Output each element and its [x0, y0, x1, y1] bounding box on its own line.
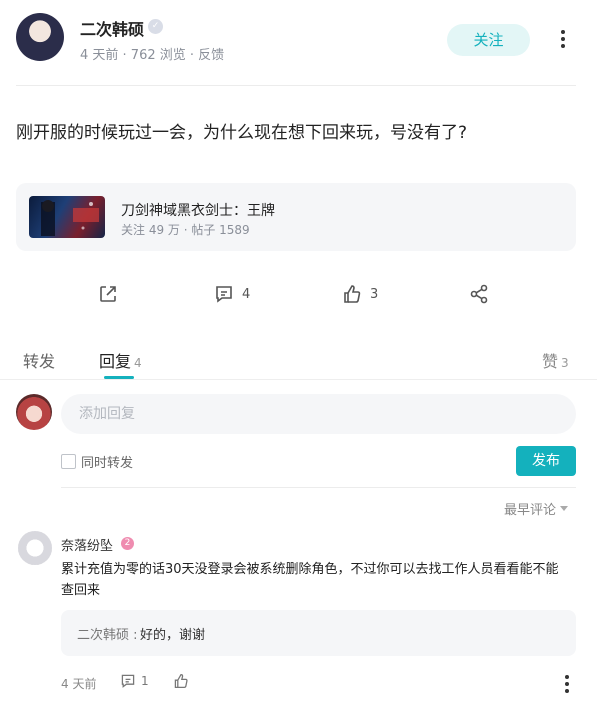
tab-like-label: 赞 — [542, 352, 559, 371]
comment-reply-count: 1 — [141, 674, 149, 688]
follow-button[interactable]: 关注 — [447, 24, 530, 56]
tab-reply-count: 4 — [134, 356, 142, 370]
external-share-icon — [98, 284, 118, 304]
commenter-avatar[interactable] — [18, 531, 52, 565]
divider — [0, 379, 597, 380]
repost-checkbox[interactable] — [61, 454, 76, 469]
comment-icon — [120, 673, 136, 689]
tab-reply-label: 回复 — [99, 352, 132, 371]
game-title[interactable]: 刀剑神域黑衣剑士：王牌 — [121, 200, 275, 220]
reply-input[interactable] — [61, 394, 576, 434]
share-button[interactable] — [98, 283, 118, 305]
chevron-down-icon — [560, 506, 569, 511]
comment-icon — [214, 284, 234, 304]
publish-button[interactable]: 发布 — [516, 446, 576, 476]
divider — [61, 487, 576, 488]
reply-text: 好的，谢谢 — [140, 628, 206, 643]
game-thumbnail[interactable] — [29, 196, 105, 238]
repost-checkbox-label[interactable]: 同时转发 — [81, 452, 133, 471]
nested-reply[interactable] — [61, 610, 576, 656]
thumbs-up-icon — [173, 673, 189, 689]
reply-author[interactable]: 二次韩硕 : — [77, 624, 138, 643]
like-count: 3 — [370, 286, 379, 302]
author-name[interactable]: 二次韩硕 — [80, 16, 144, 40]
verified-badge-icon: ✓ — [148, 19, 163, 34]
like-button[interactable]: 3 — [342, 283, 378, 305]
post-text: 刚开服的时候玩过一会，为什么现在想下回来玩，号没有了? — [16, 123, 468, 143]
comment-text: 累计充值为零的话30天没登录会被系统删除角色，不过你可以去找工作人员看看能不能查… — [61, 562, 559, 598]
current-user-avatar[interactable] — [16, 394, 52, 430]
share-nodes-icon — [469, 284, 489, 304]
game-stats: 关注 49 万 · 帖子 1589 — [121, 223, 250, 237]
divider — [16, 85, 576, 86]
commenter-name[interactable]: 奈落纷坠 — [61, 535, 113, 554]
thumbs-up-icon — [342, 284, 362, 304]
share-options-button[interactable] — [469, 283, 489, 305]
tab-reply[interactable]: 回复 4 — [99, 348, 142, 372]
comment-reply-button[interactable]: 1 — [120, 673, 149, 689]
author-avatar[interactable] — [16, 13, 64, 61]
sort-dropdown[interactable]: 最早评论 — [504, 499, 569, 518]
comment-more-icon[interactable] — [560, 675, 574, 693]
post-meta: 4 天前 · 762 浏览 · 反馈 — [80, 48, 225, 63]
sort-label: 最早评论 — [504, 503, 557, 518]
comment-like-button[interactable] — [173, 673, 189, 689]
tab-like-count: 3 — [561, 356, 569, 370]
tab-repost-label: 转发 — [23, 352, 56, 371]
tab-repost[interactable]: 转发 — [23, 348, 55, 372]
comment-time: 4 天前 — [61, 677, 97, 691]
more-options-icon[interactable] — [556, 30, 570, 50]
comment-count: 4 — [242, 286, 251, 302]
tab-like[interactable]: 赞3 — [542, 348, 569, 372]
comment-button[interactable]: 4 — [214, 283, 250, 305]
level-badge: 2 — [121, 537, 134, 550]
